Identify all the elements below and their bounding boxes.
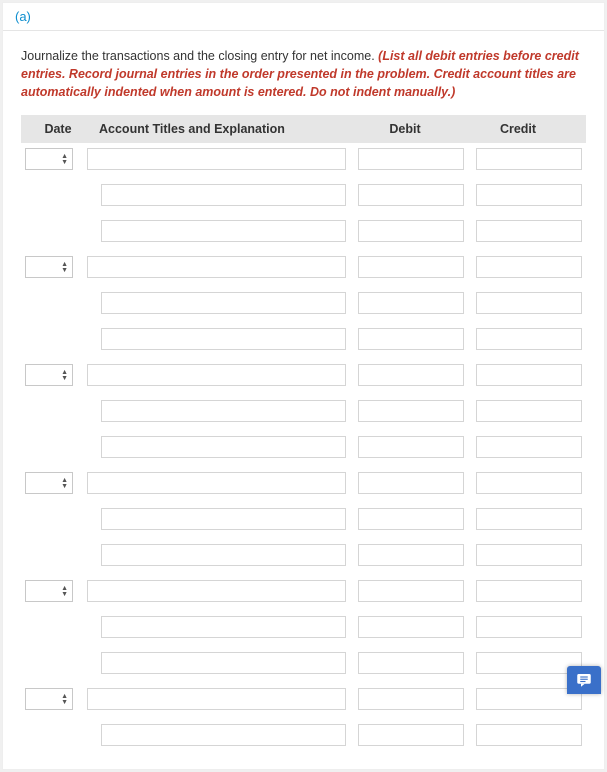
debit-input[interactable] [358, 364, 464, 386]
date-select[interactable]: ▲▼ [25, 148, 73, 170]
credit-input[interactable] [476, 724, 582, 746]
account-input[interactable] [87, 688, 346, 710]
chevron-up-down-icon: ▲▼ [61, 262, 68, 273]
account-input[interactable] [101, 400, 346, 422]
debit-input[interactable] [358, 724, 464, 746]
account-input[interactable] [101, 724, 346, 746]
debit-input[interactable] [358, 184, 464, 206]
credit-input[interactable] [476, 616, 582, 638]
credit-input[interactable] [476, 580, 582, 602]
journal-row [25, 183, 582, 207]
credit-input[interactable] [476, 508, 582, 530]
journal-row [25, 327, 582, 351]
chevron-up-down-icon: ▲▼ [61, 370, 68, 381]
journal-row [25, 615, 582, 639]
col-header-credit: Credit [463, 122, 573, 136]
account-input[interactable] [101, 328, 346, 350]
col-header-debit: Debit [347, 122, 463, 136]
journal-row [25, 219, 582, 243]
account-input[interactable] [87, 148, 346, 170]
account-input[interactable] [101, 616, 346, 638]
table-header-row: Date Account Titles and Explanation Debi… [21, 115, 586, 143]
credit-input[interactable] [476, 292, 582, 314]
date-select[interactable]: ▲▼ [25, 472, 73, 494]
debit-input[interactable] [358, 148, 464, 170]
content-area: Journalize the transactions and the clos… [3, 31, 604, 769]
debit-input[interactable] [358, 292, 464, 314]
journal-row [25, 723, 582, 747]
chevron-up-down-icon: ▲▼ [61, 694, 68, 705]
credit-input[interactable] [476, 436, 582, 458]
account-input[interactable] [87, 256, 346, 278]
date-select[interactable]: ▲▼ [25, 364, 73, 386]
col-header-account: Account Titles and Explanation [91, 122, 347, 136]
account-input[interactable] [101, 544, 346, 566]
account-input[interactable] [101, 184, 346, 206]
credit-input[interactable] [476, 148, 582, 170]
chevron-up-down-icon: ▲▼ [61, 586, 68, 597]
instructions-lead: Journalize the transactions and the clos… [21, 49, 378, 63]
part-label: (a) [15, 9, 31, 24]
credit-input[interactable] [476, 220, 582, 242]
account-input[interactable] [101, 292, 346, 314]
journal-row [25, 651, 582, 675]
credit-input[interactable] [476, 364, 582, 386]
journal-row: ▲▼ [25, 363, 582, 387]
instructions: Journalize the transactions and the clos… [21, 47, 586, 101]
journal-row: ▲▼ [25, 255, 582, 279]
account-input[interactable] [87, 580, 346, 602]
debit-input[interactable] [358, 580, 464, 602]
chat-button[interactable] [567, 666, 601, 694]
debit-input[interactable] [358, 652, 464, 674]
journal-row: ▲▼ [25, 471, 582, 495]
debit-input[interactable] [358, 508, 464, 530]
part-header: (a) [3, 3, 604, 31]
credit-input[interactable] [476, 328, 582, 350]
credit-input[interactable] [476, 256, 582, 278]
debit-input[interactable] [358, 256, 464, 278]
account-input[interactable] [101, 508, 346, 530]
journal-rows: ▲▼ ▲▼ ▲▼ ▲▼ ▲▼ ▲▼ [21, 143, 586, 747]
debit-input[interactable] [358, 688, 464, 710]
debit-input[interactable] [358, 436, 464, 458]
debit-input[interactable] [358, 220, 464, 242]
chevron-up-down-icon: ▲▼ [61, 154, 68, 165]
question-panel: (a) Journalize the transactions and the … [2, 2, 605, 770]
journal-row [25, 507, 582, 531]
date-select[interactable]: ▲▼ [25, 256, 73, 278]
journal-row: ▲▼ [25, 147, 582, 171]
journal-row: ▲▼ [25, 687, 582, 711]
credit-input[interactable] [476, 400, 582, 422]
account-input[interactable] [87, 364, 346, 386]
debit-input[interactable] [358, 400, 464, 422]
account-input[interactable] [101, 436, 346, 458]
journal-row [25, 435, 582, 459]
chevron-up-down-icon: ▲▼ [61, 478, 68, 489]
credit-input[interactable] [476, 544, 582, 566]
account-input[interactable] [101, 652, 346, 674]
account-input[interactable] [101, 220, 346, 242]
journal-row: ▲▼ [25, 579, 582, 603]
chat-icon [575, 671, 593, 689]
col-header-date: Date [25, 122, 91, 136]
debit-input[interactable] [358, 544, 464, 566]
journal-row [25, 291, 582, 315]
credit-input[interactable] [476, 472, 582, 494]
debit-input[interactable] [358, 328, 464, 350]
debit-input[interactable] [358, 472, 464, 494]
journal-row [25, 543, 582, 567]
credit-input[interactable] [476, 184, 582, 206]
account-input[interactable] [87, 472, 346, 494]
journal-row [25, 399, 582, 423]
date-select[interactable]: ▲▼ [25, 580, 73, 602]
debit-input[interactable] [358, 616, 464, 638]
date-select[interactable]: ▲▼ [25, 688, 73, 710]
